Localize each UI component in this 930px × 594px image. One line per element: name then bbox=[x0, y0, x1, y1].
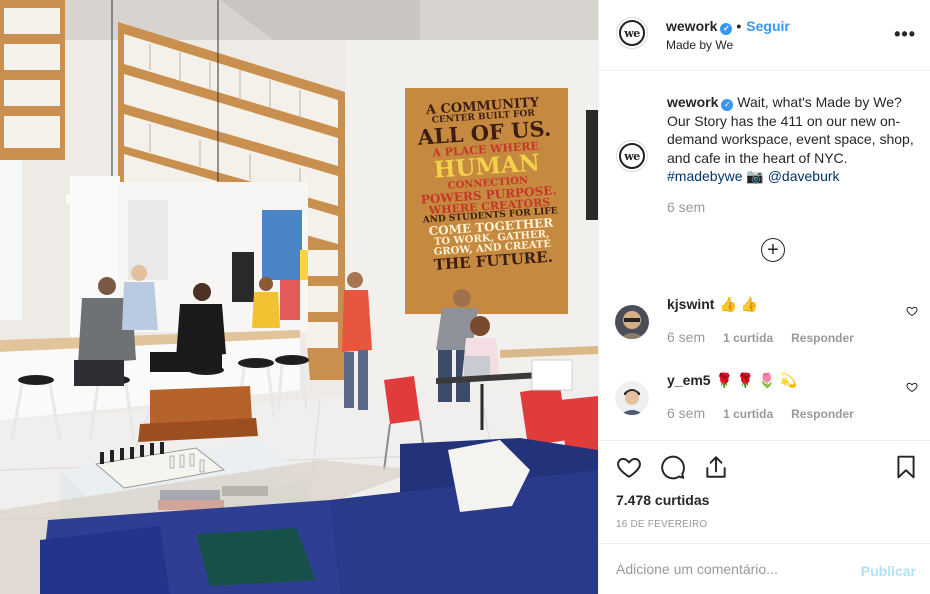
instagram-post: A COMMUNITY CENTER BUILT FOR ALL OF US. … bbox=[0, 0, 930, 594]
mural-text: A COMMUNITY CENTER BUILT FOR ALL OF US. … bbox=[406, 95, 569, 274]
reply-button[interactable]: Responder bbox=[791, 331, 854, 345]
comment-avatar[interactable] bbox=[615, 305, 649, 339]
comment-username[interactable]: kjswint bbox=[667, 296, 714, 312]
comment-username[interactable]: y_em5 bbox=[667, 372, 711, 388]
post-caption: wework ✓ Wait, what's Made by We? Our Sto… bbox=[667, 93, 917, 186]
comment-text: 🌹 🌹 🌷 💫 bbox=[715, 372, 797, 388]
comment-likes[interactable]: 1 curtida bbox=[723, 331, 773, 345]
comment-line: y_em5 🌹 🌹 🌷 💫 bbox=[667, 372, 797, 389]
post-photo[interactable]: A COMMUNITY CENTER BUILT FOR ALL OF US. … bbox=[0, 0, 598, 594]
caption-time: 6 sem bbox=[667, 199, 706, 215]
follow-button[interactable]: Seguir bbox=[746, 18, 790, 34]
hashtag-link[interactable]: #madebywe bbox=[667, 168, 743, 184]
header-user-line: wework ✓ • Seguir bbox=[666, 18, 790, 35]
heart-icon[interactable] bbox=[906, 305, 918, 317]
post-header: we wework ✓ • Seguir Made by We ••• bbox=[599, 0, 930, 71]
publish-button[interactable]: Publicar bbox=[861, 563, 916, 579]
comment-input[interactable] bbox=[616, 556, 856, 582]
caption-avatar[interactable]: we bbox=[616, 140, 648, 172]
verified-badge-icon: ✓ bbox=[720, 23, 733, 35]
wework-logo: we bbox=[619, 143, 645, 169]
comment-icon[interactable] bbox=[660, 454, 686, 480]
likes-count[interactable]: 7.478 curtidas bbox=[616, 492, 709, 508]
comment-text: 👍 👍 bbox=[719, 296, 759, 312]
bookmark-icon[interactable] bbox=[893, 454, 919, 480]
mention-link[interactable]: @daveburk bbox=[768, 168, 840, 184]
heart-icon[interactable] bbox=[906, 381, 918, 393]
share-icon[interactable] bbox=[703, 454, 729, 480]
avatar[interactable]: we bbox=[616, 17, 648, 49]
heart-icon[interactable] bbox=[616, 454, 642, 480]
comment-meta: 6 sem 1 curtida Responder bbox=[667, 329, 854, 345]
wework-logo: we bbox=[619, 20, 645, 46]
post-date: 16 DE FEVEREIRO bbox=[616, 519, 708, 530]
coworking-space-photo bbox=[0, 0, 598, 594]
comment-time[interactable]: 6 sem bbox=[667, 329, 705, 345]
more-options-icon[interactable]: ••• bbox=[894, 24, 916, 45]
separator-dot: • bbox=[736, 18, 742, 34]
comment-box: Publicar bbox=[599, 543, 930, 594]
reply-button[interactable]: Responder bbox=[791, 407, 854, 421]
comment-likes[interactable]: 1 curtida bbox=[723, 407, 773, 421]
post-sidebar: we wework ✓ • Seguir Made by We ••• we wewo… bbox=[598, 0, 930, 594]
comment-avatar[interactable] bbox=[615, 381, 649, 415]
comment-time[interactable]: 6 sem bbox=[667, 405, 705, 421]
verified-badge-icon: ✓ bbox=[721, 99, 734, 111]
y_em5-avatar-image bbox=[615, 381, 649, 415]
caption-username[interactable]: wework bbox=[667, 94, 718, 110]
location-link[interactable]: Made by We bbox=[666, 38, 733, 52]
action-bar bbox=[599, 440, 930, 500]
kjswint-avatar-image bbox=[615, 305, 649, 339]
comment-meta: 6 sem 1 curtida Responder bbox=[667, 405, 854, 421]
camera-emoji: 📷 bbox=[746, 168, 764, 184]
comment-line: kjswint 👍 👍 bbox=[667, 296, 758, 313]
header-username[interactable]: wework bbox=[666, 18, 717, 34]
plus-circle-icon[interactable]: + bbox=[761, 238, 785, 262]
